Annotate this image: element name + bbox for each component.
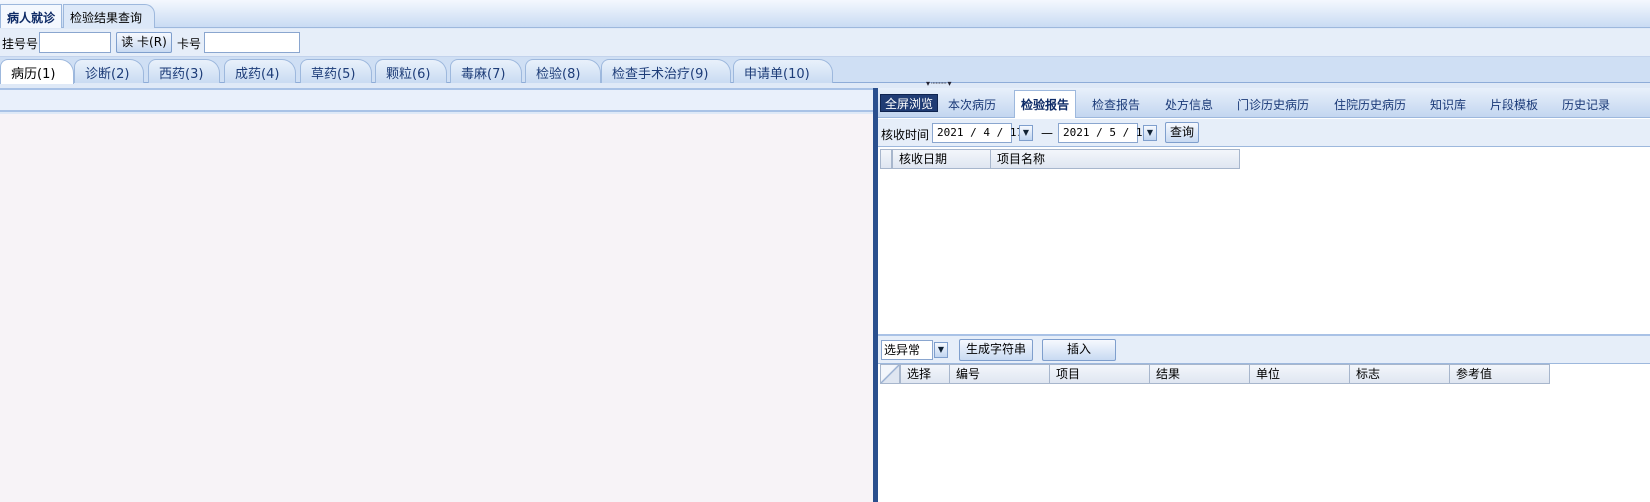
- detail-toolbar: 选异常 ▼ 生成字符串 插入: [878, 334, 1650, 364]
- column-header-item[interactable]: 项目: [1049, 364, 1150, 384]
- right-tab-bar: 本次病历 检验报告 检查报告 处方信息 门诊历史病历 住院历史病历 知识库 片段…: [878, 88, 1650, 118]
- tab-history-log[interactable]: 历史记录: [1562, 94, 1610, 116]
- tab-prescription-info[interactable]: 处方信息: [1165, 94, 1213, 116]
- tab-outpatient-history[interactable]: 门诊历史病历: [1237, 94, 1309, 116]
- top-tab-bar: 病人就诊 检验结果查询: [0, 0, 1650, 28]
- fullscreen-button[interactable]: 全屏浏览: [880, 94, 938, 112]
- tab-lab-test[interactable]: 检验(8): [525, 59, 601, 83]
- column-header-item-name[interactable]: 项目名称: [990, 149, 1240, 169]
- tab-current-record[interactable]: 本次病历: [948, 94, 996, 116]
- end-date-picker[interactable]: 2021 / 5 / 17: [1058, 123, 1149, 143]
- column-header-receive-date[interactable]: 核收日期: [892, 149, 991, 169]
- abnormal-select[interactable]: 选异常: [881, 340, 933, 360]
- editor-header: [0, 88, 873, 112]
- report-grid-corner: [880, 149, 892, 169]
- column-header-number[interactable]: 编号: [949, 364, 1050, 384]
- tab-exam-surgery-treatment[interactable]: 检查手术治疗(9): [601, 59, 731, 83]
- card-number-label: 卡号: [177, 37, 202, 51]
- splitter-grip[interactable]: ▾ ·········· ▾: [926, 80, 986, 88]
- card-number-input[interactable]: [204, 32, 300, 53]
- date-filter-row: 核收时间 2021 / 4 / 17 ▼ — 2021 / 5 / 17 ▼ 查…: [878, 119, 1650, 147]
- insert-button[interactable]: 插入: [1042, 339, 1116, 361]
- tab-snippet-templates[interactable]: 片段模板: [1490, 94, 1538, 116]
- receive-time-label: 核收时间: [881, 128, 930, 142]
- card-row: 挂号号 读 卡(R) 卡号: [0, 29, 1650, 57]
- medical-record-editor[interactable]: [0, 114, 873, 502]
- tab-lab-result-query[interactable]: 检验结果查询: [63, 4, 155, 28]
- column-header-select[interactable]: 选择: [900, 364, 950, 384]
- tab-application-form[interactable]: 申请单(10): [733, 59, 833, 83]
- date-range-dash: —: [1041, 126, 1053, 140]
- tab-inpatient-history[interactable]: 住院历史病历: [1334, 94, 1406, 116]
- tab-herbal-medicine[interactable]: 草药(5): [300, 59, 372, 83]
- tab-western-medicine[interactable]: 西药(3): [148, 59, 220, 83]
- generate-string-button[interactable]: 生成字符串: [959, 339, 1033, 361]
- read-card-button[interactable]: 读 卡(R): [116, 32, 172, 53]
- tab-knowledge-base[interactable]: 知识库: [1430, 94, 1466, 116]
- tab-medical-record[interactable]: 病历(1): [0, 59, 74, 84]
- tab-granules[interactable]: 颗粒(6): [375, 59, 447, 83]
- tab-diagnosis[interactable]: 诊断(2): [74, 59, 144, 83]
- end-date-dropdown-icon[interactable]: ▼: [1143, 125, 1157, 141]
- column-header-unit[interactable]: 单位: [1249, 364, 1350, 384]
- tab-exam-report[interactable]: 检查报告: [1092, 94, 1140, 116]
- start-date-dropdown-icon[interactable]: ▼: [1019, 125, 1033, 141]
- tab-narcotics[interactable]: 毒麻(7): [450, 59, 522, 83]
- select-all-corner-icon[interactable]: [880, 364, 900, 384]
- reg-number-input[interactable]: [39, 32, 111, 53]
- reg-number-label: 挂号号: [2, 37, 39, 51]
- query-button[interactable]: 查询: [1165, 122, 1199, 143]
- tab-lab-report[interactable]: 检验报告: [1014, 90, 1077, 118]
- column-header-flag[interactable]: 标志: [1349, 364, 1450, 384]
- tab-patient-visit[interactable]: 病人就诊: [0, 4, 62, 28]
- main-tab-bar: 病历(1) 诊断(2) 西药(3) 成药(4) 草药(5) 颗粒(6) 毒麻(7…: [0, 57, 1650, 84]
- start-date-picker[interactable]: 2021 / 4 / 17: [932, 123, 1023, 143]
- tab-patent-medicine[interactable]: 成药(4): [224, 59, 296, 83]
- column-header-reference[interactable]: 参考值: [1449, 364, 1550, 384]
- column-header-result[interactable]: 结果: [1149, 364, 1250, 384]
- abnormal-select-dropdown-icon[interactable]: ▼: [934, 342, 948, 358]
